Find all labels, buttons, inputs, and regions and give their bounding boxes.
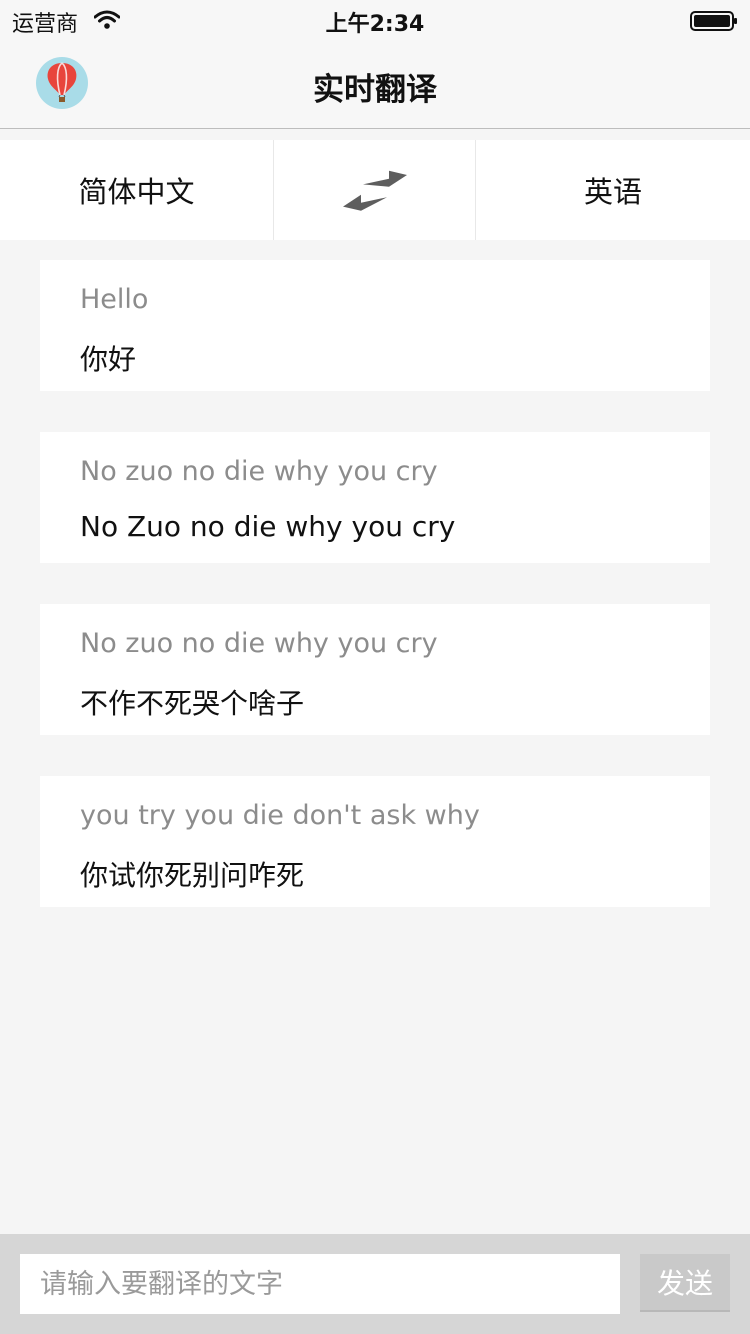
status-time: 上午2:34 bbox=[325, 12, 425, 37]
language-selector-bar: 简体中文 英语 bbox=[0, 140, 750, 240]
input-bar: 发送 bbox=[0, 1234, 750, 1334]
translated-text: 你好 bbox=[80, 343, 137, 376]
source-text: No zuo no die why you cry bbox=[80, 456, 438, 487]
translated-text: No Zuo no die why you cry bbox=[80, 510, 456, 543]
translation-card[interactable]: No zuo no die why you cry No Zuo no die … bbox=[40, 432, 710, 563]
translation-card[interactable]: you try you die don't ask why 你试你死别问咋死 bbox=[40, 776, 710, 907]
translation-card[interactable]: Hello 你好 bbox=[40, 260, 710, 391]
translated-text: 不作不死哭个啥子 bbox=[80, 687, 305, 720]
translate-text-input[interactable] bbox=[20, 1254, 620, 1314]
nav-bar: 实时翻译 bbox=[0, 40, 750, 129]
source-text: Hello bbox=[80, 284, 149, 315]
send-button[interactable]: 发送 bbox=[640, 1254, 730, 1312]
battery-icon bbox=[690, 11, 737, 31]
translation-card[interactable]: No zuo no die why you cry 不作不死哭个啥子 bbox=[40, 604, 710, 735]
target-language-button[interactable]: 英语 bbox=[476, 140, 750, 240]
source-text: you try you die don't ask why bbox=[80, 800, 480, 831]
page-title: 实时翻译 bbox=[313, 72, 437, 108]
swap-arrows-icon bbox=[342, 170, 407, 211]
translated-text: 你试你死别问咋死 bbox=[80, 859, 305, 892]
swap-languages-button[interactable] bbox=[274, 140, 476, 240]
translation-list: Hello 你好 No zuo no die why you cry No Zu… bbox=[40, 260, 710, 948]
source-text: No zuo no die why you cry bbox=[80, 628, 438, 659]
status-bar: 运营商 上午2:34 bbox=[0, 0, 750, 40]
source-language-button[interactable]: 简体中文 bbox=[0, 140, 274, 240]
